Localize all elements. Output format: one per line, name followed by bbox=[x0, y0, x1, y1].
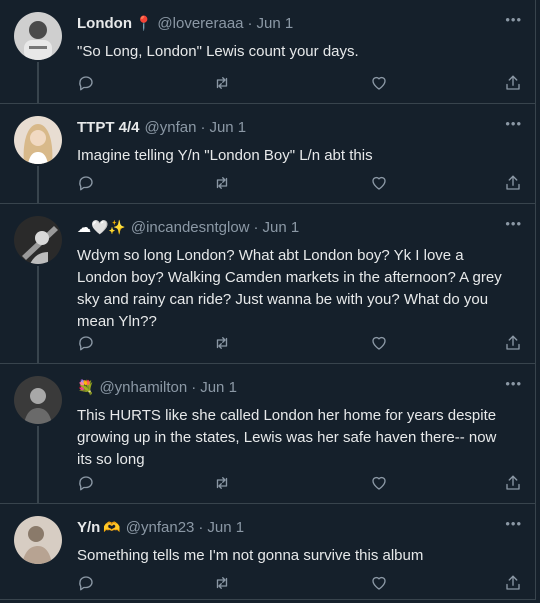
tweet-date[interactable]: Jun 1 bbox=[257, 14, 294, 34]
tweet-date[interactable]: Jun 1 bbox=[263, 218, 300, 238]
reply-icon[interactable] bbox=[77, 474, 97, 494]
pin-emoji: 📍 bbox=[134, 16, 153, 32]
tweet-text: "So Long, London" Lewis count your days. bbox=[77, 43, 359, 60]
display-name[interactable]: TTPT 4/4 bbox=[77, 118, 140, 138]
avatar[interactable] bbox=[14, 12, 62, 60]
tweet-header: 💐 @ynhamilton · Jun 1 bbox=[77, 378, 496, 398]
user-handle[interactable]: @incandesntglow bbox=[131, 218, 250, 238]
reply-icon[interactable] bbox=[77, 174, 97, 194]
reply-icon[interactable] bbox=[77, 574, 97, 594]
separator-dot: · bbox=[191, 379, 197, 396]
tweet-2[interactable]: TTPT 4/4 @ynfan · Jun 1 ••• Imagine tell… bbox=[0, 104, 536, 204]
share-icon[interactable] bbox=[504, 334, 524, 354]
tweet-header: TTPT 4/4 @ynfan · Jun 1 bbox=[77, 118, 496, 138]
user-handle[interactable]: @ynfan bbox=[145, 118, 197, 138]
tweet-date[interactable]: Jun 1 bbox=[207, 518, 244, 538]
separator-dot: · bbox=[247, 15, 253, 32]
user-handle[interactable]: @ynhamilton bbox=[99, 378, 187, 398]
tweet-actions bbox=[77, 74, 521, 94]
like-icon[interactable] bbox=[370, 334, 390, 354]
tweet-actions bbox=[77, 174, 521, 194]
thread-connector bbox=[37, 426, 39, 504]
user-handle[interactable]: @ynfan23 bbox=[126, 518, 195, 538]
tweet-header: Y/n 🫶 @ynfan23 · Jun 1 bbox=[77, 518, 496, 538]
tweet-actions bbox=[77, 574, 521, 594]
retweet-icon[interactable] bbox=[213, 174, 233, 194]
share-icon[interactable] bbox=[504, 574, 524, 594]
more-options-icon[interactable]: ••• bbox=[505, 516, 522, 531]
retweet-icon[interactable] bbox=[213, 474, 233, 494]
more-options-icon[interactable]: ••• bbox=[505, 12, 522, 27]
tweet-1[interactable]: London 📍 @lovereraaa · Jun 1 ••• "So Lon… bbox=[0, 0, 536, 104]
thread-connector bbox=[37, 266, 39, 364]
tweet-text: Something tells me I'm not gonna survive… bbox=[77, 547, 424, 564]
avatar[interactable] bbox=[14, 116, 62, 164]
separator-dot: · bbox=[253, 219, 259, 236]
reply-icon[interactable] bbox=[77, 74, 97, 94]
share-icon[interactable] bbox=[504, 474, 524, 494]
avatar[interactable] bbox=[14, 516, 62, 564]
tweet-4[interactable]: 💐 @ynhamilton · Jun 1 ••• This HURTS lik… bbox=[0, 364, 536, 504]
thread-connector bbox=[37, 166, 39, 204]
like-icon[interactable] bbox=[370, 474, 390, 494]
tweet-5[interactable]: Y/n 🫶 @ynfan23 · Jun 1 ••• Something tel… bbox=[0, 504, 536, 600]
tweet-actions bbox=[77, 474, 521, 494]
more-options-icon[interactable]: ••• bbox=[505, 376, 522, 391]
tweet-thread-panel: London 📍 @lovereraaa · Jun 1 ••• "So Lon… bbox=[0, 0, 536, 600]
more-options-icon[interactable]: ••• bbox=[505, 116, 522, 131]
tweet-3[interactable]: ☁🤍✨ @incandesntglow · Jun 1 ••• Wdym so … bbox=[0, 204, 536, 364]
display-name[interactable]: London bbox=[77, 14, 132, 34]
user-handle[interactable]: @lovereraaa bbox=[157, 14, 243, 34]
tweet-text: Wdym so long London? What abt London boy… bbox=[77, 247, 502, 330]
avatar[interactable] bbox=[14, 376, 62, 424]
heart-hands-emoji: 🫶 bbox=[103, 520, 121, 536]
avatar[interactable] bbox=[14, 216, 62, 264]
like-icon[interactable] bbox=[370, 574, 390, 594]
like-icon[interactable] bbox=[370, 174, 390, 194]
name-emoji[interactable]: 💐 bbox=[77, 378, 94, 398]
tweet-actions bbox=[77, 334, 521, 354]
share-icon[interactable] bbox=[504, 174, 524, 194]
tweet-date[interactable]: Jun 1 bbox=[209, 118, 246, 138]
tweet-header: London 📍 @lovereraaa · Jun 1 bbox=[77, 14, 496, 34]
separator-dot: · bbox=[198, 519, 204, 536]
tweet-text: This HURTS like she called London her ho… bbox=[77, 407, 497, 468]
separator-dot: · bbox=[200, 119, 206, 136]
retweet-icon[interactable] bbox=[213, 74, 233, 94]
retweet-icon[interactable] bbox=[213, 334, 233, 354]
retweet-icon[interactable] bbox=[213, 574, 233, 594]
display-name[interactable]: Y/n bbox=[77, 518, 100, 538]
thread-connector bbox=[37, 62, 39, 104]
tweet-text: Imagine telling Y/n "London Boy" L/n abt… bbox=[77, 147, 373, 164]
share-icon[interactable] bbox=[504, 74, 524, 94]
tweet-date[interactable]: Jun 1 bbox=[200, 378, 237, 398]
name-emoji[interactable]: ☁🤍✨ bbox=[77, 218, 126, 238]
reply-icon[interactable] bbox=[77, 334, 97, 354]
tweet-header: ☁🤍✨ @incandesntglow · Jun 1 bbox=[77, 218, 496, 238]
more-options-icon[interactable]: ••• bbox=[505, 216, 522, 231]
like-icon[interactable] bbox=[370, 74, 390, 94]
